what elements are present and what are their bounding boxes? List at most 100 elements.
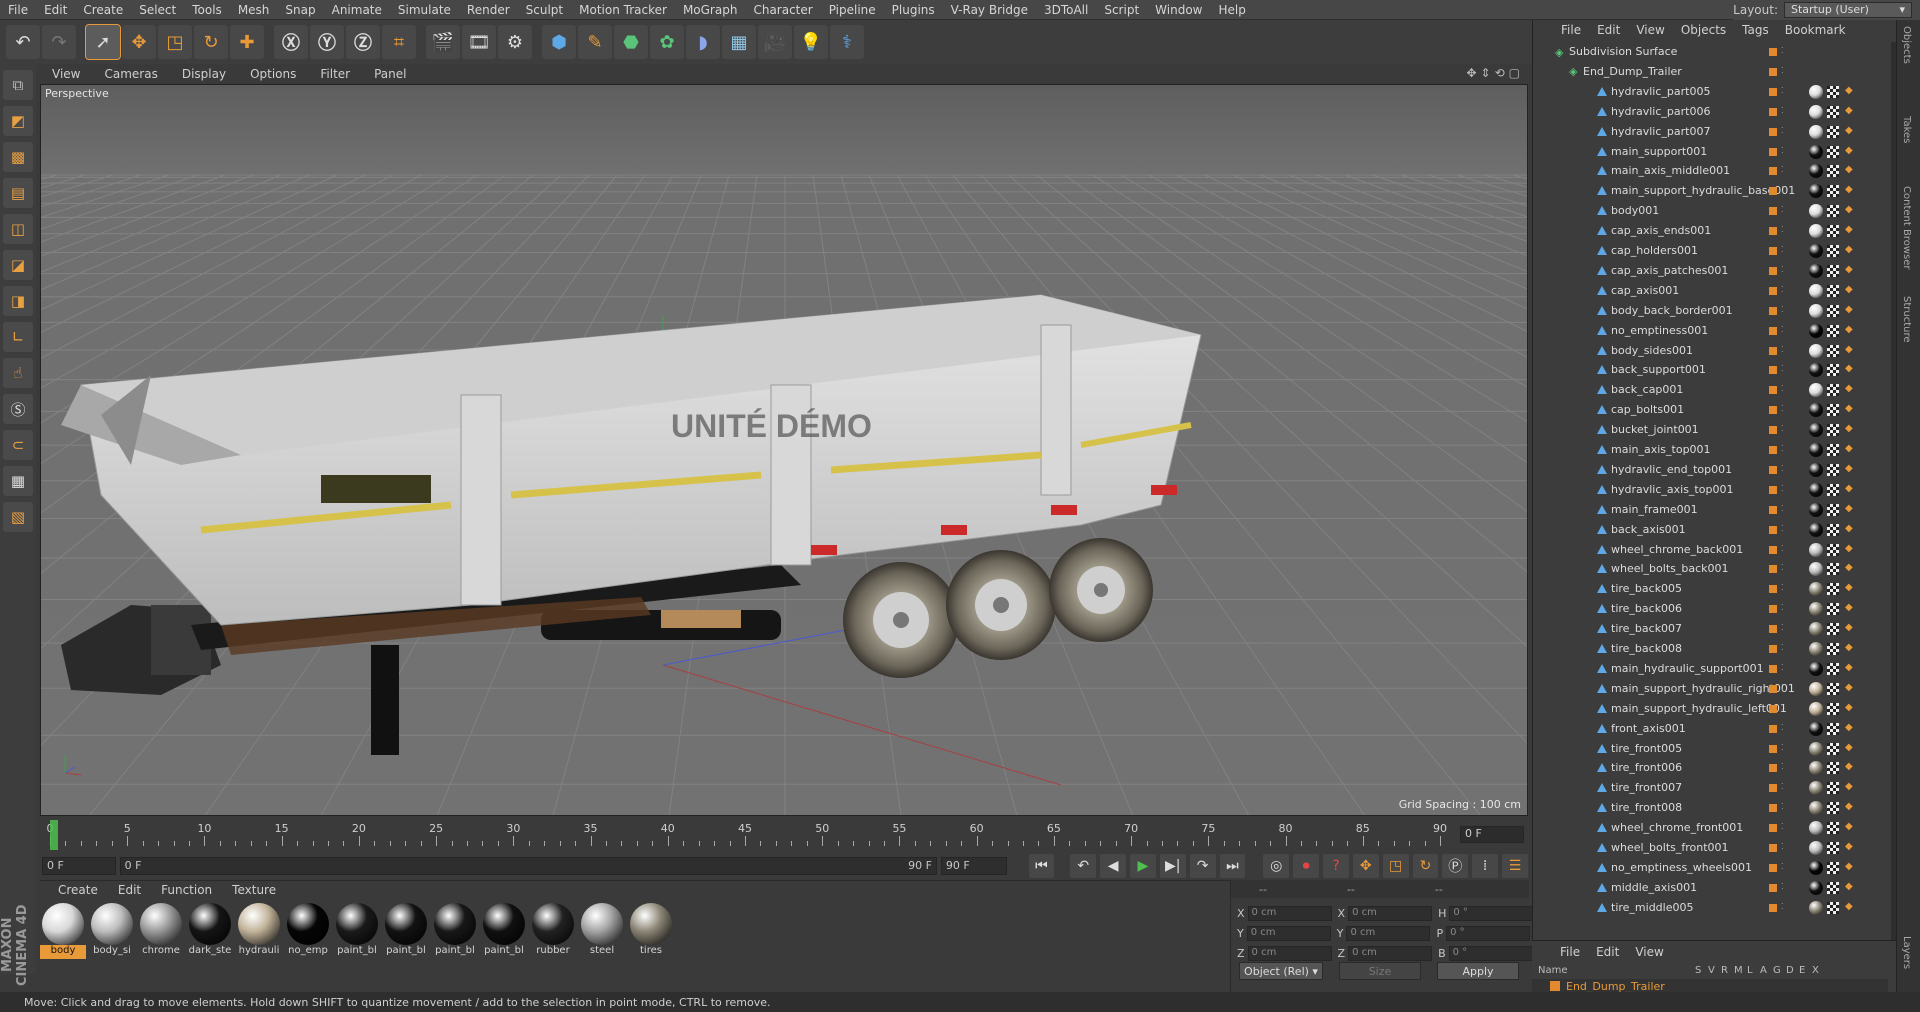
menu-item-pipeline[interactable]: Pipeline bbox=[821, 3, 884, 17]
side-tab-structure[interactable]: Structure bbox=[1901, 296, 1912, 343]
material-tag-icon[interactable] bbox=[1809, 124, 1823, 139]
phong-tag-icon[interactable]: ◆ bbox=[1845, 503, 1853, 514]
visibility-dots-icon[interactable]: ⁚ bbox=[1781, 345, 1784, 354]
visibility-dots-icon[interactable]: ⁚ bbox=[1781, 484, 1784, 493]
next-frame-button[interactable]: ▶| bbox=[1159, 854, 1186, 878]
material-menu-function[interactable]: Function bbox=[151, 883, 222, 897]
visibility-dots-icon[interactable]: ⁚ bbox=[1781, 723, 1784, 732]
layer-menu-view[interactable]: View bbox=[1627, 945, 1671, 959]
menu-item-3dtoall[interactable]: 3DToAll bbox=[1036, 3, 1096, 17]
visibility-dots-icon[interactable]: ⁚ bbox=[1781, 683, 1784, 692]
material-tag-icon[interactable] bbox=[1809, 661, 1823, 676]
object-row[interactable]: wheel_bolts_back001 ⁚ ◆ bbox=[1533, 559, 1889, 579]
uvw-tag-icon[interactable] bbox=[1827, 264, 1839, 277]
material-swatch[interactable]: body_si bbox=[89, 903, 135, 959]
object-row[interactable]: body001 ⁚ ◆ bbox=[1533, 201, 1889, 221]
axis-mode-button[interactable]: ∟ bbox=[3, 322, 33, 352]
material-tag-icon[interactable] bbox=[1809, 244, 1823, 258]
coordinate-field[interactable]: 0 cm bbox=[1246, 926, 1331, 941]
phong-tag-icon[interactable]: ◆ bbox=[1845, 284, 1853, 295]
object-menu-file[interactable]: File bbox=[1553, 23, 1589, 37]
visibility-dots-icon[interactable]: ⁚ bbox=[1781, 464, 1784, 473]
uvw-tag-icon[interactable] bbox=[1827, 85, 1839, 98]
visibility-dots-icon[interactable]: ⁚ bbox=[1781, 524, 1784, 533]
uvw-tag-icon[interactable] bbox=[1827, 463, 1839, 476]
material-tag-icon[interactable] bbox=[1809, 423, 1823, 438]
visibility-dots-icon[interactable]: ⁚ bbox=[1781, 305, 1784, 314]
size-mode-select[interactable]: Size bbox=[1339, 962, 1421, 980]
material-tag-icon[interactable] bbox=[1809, 343, 1823, 358]
side-tab-objects[interactable]: Objects bbox=[1901, 26, 1912, 64]
make-editable-button[interactable]: ⧉ bbox=[3, 70, 33, 100]
maximize-icon[interactable]: ▢ bbox=[1509, 66, 1520, 80]
menu-item-render[interactable]: Render bbox=[459, 3, 518, 17]
uvw-tag-icon[interactable] bbox=[1827, 881, 1839, 894]
uvw-tag-icon[interactable] bbox=[1827, 662, 1839, 675]
orbit-icon[interactable]: ⟲ bbox=[1495, 66, 1505, 80]
uvw-tag-icon[interactable] bbox=[1827, 284, 1839, 297]
uvw-tag-icon[interactable] bbox=[1827, 861, 1839, 874]
uvw-tag-icon[interactable] bbox=[1827, 245, 1839, 257]
uvw-tag-icon[interactable] bbox=[1827, 822, 1839, 835]
layer-menu-file[interactable]: File bbox=[1552, 945, 1588, 959]
visibility-dots-icon[interactable]: ⁚ bbox=[1781, 245, 1784, 254]
object-row[interactable]: cap_axis001 ⁚ ◆ bbox=[1533, 281, 1889, 301]
object-row[interactable]: hydravlic_end_top001 ⁚ ◆ bbox=[1533, 460, 1889, 480]
material-tag-icon[interactable] bbox=[1809, 263, 1823, 278]
material-tag-icon[interactable] bbox=[1809, 283, 1823, 298]
visibility-dots-icon[interactable]: ⁚ bbox=[1781, 384, 1784, 393]
y-axis-lock-button[interactable]: Ⓨ bbox=[310, 25, 344, 59]
material-tag-icon[interactable] bbox=[1809, 642, 1823, 656]
uvw-tag-icon[interactable] bbox=[1827, 802, 1839, 815]
material-tag-icon[interactable] bbox=[1809, 602, 1823, 617]
object-row[interactable]: no_emptiness_wheels001 ⁚ ◆ bbox=[1533, 858, 1889, 878]
phong-tag-icon[interactable]: ◆ bbox=[1845, 622, 1853, 633]
side-tab-layers[interactable]: Layers bbox=[1901, 936, 1912, 969]
object-row[interactable]: wheel_bolts_front001 ⁚ ◆ bbox=[1533, 838, 1889, 858]
phong-tag-icon[interactable]: ◆ bbox=[1845, 423, 1853, 434]
dolly-icon[interactable]: ⇕ bbox=[1481, 66, 1491, 80]
object-row[interactable]: no_emptiness001 ⁚ ◆ bbox=[1533, 321, 1889, 341]
array-button[interactable]: ✿ bbox=[650, 25, 684, 59]
material-swatch[interactable]: body bbox=[40, 903, 86, 959]
uvw-tag-icon[interactable] bbox=[1827, 483, 1839, 496]
menu-item-sculpt[interactable]: Sculpt bbox=[518, 3, 571, 17]
previous-frame-button[interactable]: ◀ bbox=[1100, 854, 1126, 878]
key-point-level-button[interactable]: ⁞ bbox=[1472, 854, 1499, 878]
coordinate-field[interactable]: 0 ° bbox=[1448, 946, 1533, 961]
coordinate-field[interactable]: 0 cm bbox=[1247, 946, 1332, 961]
visibility-dots-icon[interactable]: ⁚ bbox=[1781, 583, 1784, 592]
playhead[interactable] bbox=[50, 820, 58, 850]
material-tag-icon[interactable] bbox=[1809, 164, 1823, 179]
coordinate-field[interactable]: 0 cm bbox=[1348, 946, 1433, 961]
timeline-window-button[interactable]: ☰ bbox=[1502, 854, 1528, 878]
material-swatch[interactable]: hydrauli bbox=[236, 903, 282, 959]
floor-button[interactable]: ▦ bbox=[722, 25, 756, 59]
material-tag-icon[interactable] bbox=[1809, 860, 1823, 875]
visibility-dots-icon[interactable]: ⁚ bbox=[1781, 743, 1784, 752]
object-row[interactable]: hydravlic_part005 ⁚ ◆ bbox=[1533, 82, 1889, 102]
menu-item-character[interactable]: Character bbox=[745, 3, 820, 17]
visibility-dots-icon[interactable]: ⁚ bbox=[1781, 325, 1784, 334]
phong-tag-icon[interactable]: ◆ bbox=[1845, 901, 1853, 912]
apply-button[interactable]: Apply bbox=[1437, 962, 1519, 980]
material-tag-icon[interactable] bbox=[1809, 781, 1823, 796]
uvw-tag-icon[interactable] bbox=[1827, 643, 1839, 655]
uvw-tag-icon[interactable] bbox=[1827, 364, 1839, 377]
phong-tag-icon[interactable]: ◆ bbox=[1845, 722, 1853, 733]
z-axis-lock-button[interactable]: Ⓩ bbox=[346, 25, 380, 59]
material-tag-icon[interactable] bbox=[1809, 323, 1823, 338]
menu-item-v-ray-bridge[interactable]: V-Ray Bridge bbox=[943, 3, 1036, 17]
uvw-tag-icon[interactable] bbox=[1827, 165, 1839, 178]
phong-tag-icon[interactable]: ◆ bbox=[1845, 363, 1853, 374]
planar-workplane-button[interactable]: ▧ bbox=[3, 502, 33, 532]
material-swatch[interactable]: paint_bl bbox=[432, 903, 478, 959]
uvw-tag-icon[interactable] bbox=[1827, 722, 1839, 735]
phong-tag-icon[interactable]: ◆ bbox=[1845, 881, 1853, 892]
key-parameter-button[interactable]: Ⓟ bbox=[1442, 854, 1469, 878]
phong-tag-icon[interactable]: ◆ bbox=[1845, 682, 1853, 693]
menu-item-file[interactable]: File bbox=[0, 3, 36, 17]
visibility-dots-icon[interactable]: ⁚ bbox=[1781, 802, 1784, 811]
object-row[interactable]: cap_bolts001 ⁚ ◆ bbox=[1533, 400, 1889, 420]
coordinate-field[interactable]: 0 ° bbox=[1449, 906, 1534, 921]
